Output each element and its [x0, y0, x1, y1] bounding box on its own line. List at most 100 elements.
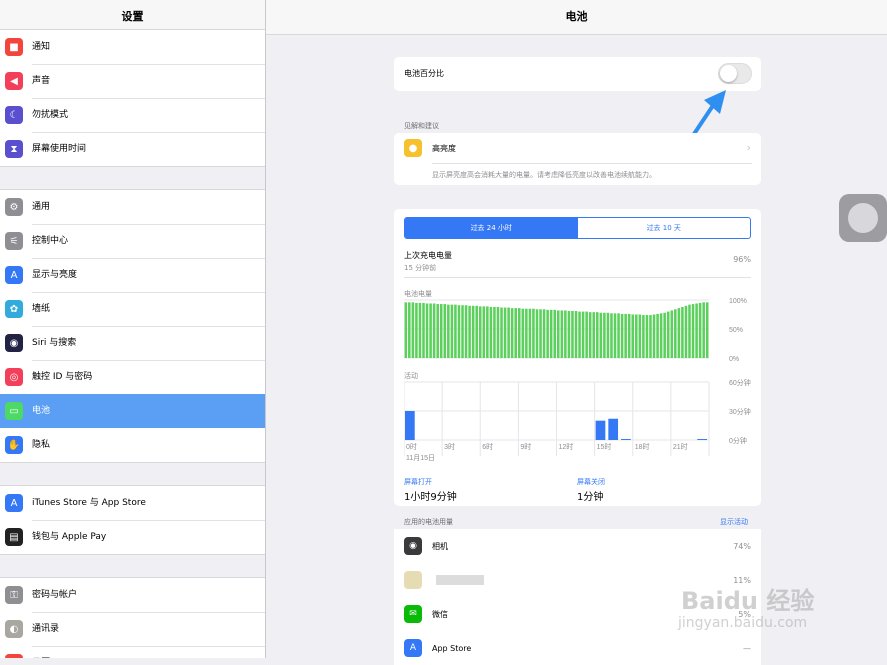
sidebar-item-label: Siri 与搜索 [32, 326, 265, 361]
battery-bar [454, 304, 457, 358]
battery-page: 电池 电池百分比 见解和建议 ● 高亮度 › 显示屏亮度高会消耗大量的电量。请考… [266, 0, 887, 665]
sidebar-item[interactable]: ◀ 声音 [0, 64, 265, 99]
segment-24h[interactable]: 过去 24 小时 [405, 218, 578, 238]
battery-bar [663, 312, 666, 358]
segment-10d[interactable]: 过去 10 天 [578, 218, 751, 238]
sidebar-item[interactable]: ⚿ 密码与帐户 [0, 578, 265, 613]
activity-bar [621, 439, 631, 440]
battery-bar [489, 306, 493, 358]
sidebar-item-label: 控制中心 [32, 224, 265, 259]
calendar-icon: ▦ [5, 654, 23, 658]
date-label: 11月15日 [406, 454, 435, 462]
battery-bar [432, 303, 436, 358]
x-tick: 12时 [559, 442, 574, 451]
sidebar-item-label: 隐私 [32, 440, 51, 450]
sidebar-item[interactable]: ◐ 通讯录 [0, 612, 265, 647]
battery-bar [493, 306, 496, 358]
battery-bar [496, 306, 500, 358]
sidebar-item[interactable]: ✋ 隐私 [0, 428, 265, 462]
battery-bar [578, 311, 581, 358]
sidebar-item[interactable]: ✿ 墙纸 [0, 292, 265, 327]
page-title: 电池 [266, 0, 887, 35]
x-tick: 9时 [520, 442, 531, 451]
sidebar-item[interactable]: A 显示与亮度 [0, 258, 265, 293]
x-tick: 15时 [597, 442, 612, 451]
battery-bar [539, 309, 542, 358]
sidebar-group: ⚿ 密码与帐户 ◐ 通讯录 ▦ 日历 [0, 577, 265, 658]
battery-bar [564, 310, 567, 358]
battery-bar [546, 309, 549, 358]
battery-bar [638, 314, 642, 358]
sidebar-item[interactable]: ⚙ 通用 [0, 190, 265, 225]
app-usage-row[interactable]: ◉ 相机 74% [394, 529, 761, 563]
battery-bar [447, 304, 450, 358]
battery-bar [557, 310, 560, 358]
sidebar-item[interactable]: ▤ 钱包与 Apple Pay [0, 520, 265, 554]
sidebar-groups: ■ 通知 ◀ 声音 ☾ 勿扰模式 ⧗ 屏幕使用时间 ⚙ 通用 ⚟ 控制中心 A 显示与亮度 ✿ 墙纸 ◉ Siri… [0, 29, 265, 658]
battery-bar [695, 303, 698, 358]
sidebar-item[interactable]: ◉ Siri 与搜索 [0, 326, 265, 361]
x-tick: 0时 [406, 442, 417, 451]
sidebar-item-label: 通用 [32, 190, 265, 225]
sidebar-item[interactable]: ☾ 勿扰模式 [0, 98, 265, 133]
battery-bar [521, 308, 525, 358]
wallet-icon: ▤ [5, 528, 23, 546]
battery-bar [574, 311, 578, 358]
battery-bar [652, 314, 656, 358]
app-usage-percent: — [743, 643, 751, 653]
battery-bar [464, 305, 468, 358]
sidebar-item[interactable]: ⚟ 控制中心 [0, 224, 265, 259]
battery-bar [408, 302, 411, 358]
battery-bar [610, 313, 613, 358]
battery-percentage-toggle[interactable] [718, 63, 752, 84]
sidebar-item[interactable]: ⧗ 屏幕使用时间 [0, 132, 265, 166]
battery-bar [528, 308, 532, 358]
sidebar-item-label: 显示与亮度 [32, 258, 265, 293]
assistive-touch-button[interactable] [839, 194, 887, 242]
sidebar-item[interactable]: ■ 通知 [0, 30, 265, 65]
battery-bar [450, 304, 454, 358]
time-range-segmented-control: 过去 24 小时 过去 10 天 [404, 217, 751, 239]
notifications-icon: ■ [5, 38, 23, 56]
battery-bar [422, 302, 425, 358]
battery-bar [507, 307, 510, 358]
sidebar-item[interactable]: ◎ 触控 ID 与密码 [0, 360, 265, 395]
battery-bar [525, 308, 528, 358]
last-charge-value: 96% [733, 255, 751, 264]
sidebar-item[interactable]: ▭ 电池 [0, 394, 265, 428]
high-brightness-desc: 显示屏亮度高会消耗大量的电量。请考虑降低亮度以改善电池续航能力。 [432, 171, 656, 179]
battery-bar [649, 315, 652, 358]
battery-bar [517, 308, 521, 358]
insights-header: 见解和建议 [404, 122, 439, 130]
chevron-right-icon: › [746, 141, 751, 154]
sidebar-item-label: 密码与帐户 [32, 578, 265, 613]
battery-y-tick: 50% [729, 327, 743, 334]
app-store-icon: A [404, 639, 422, 657]
screen-on-value: 1小时9分钟 [404, 492, 457, 503]
battery-bar [404, 302, 408, 358]
battery-bar [624, 313, 627, 358]
sidebar-group: ■ 通知 ◀ 声音 ☾ 勿扰模式 ⧗ 屏幕使用时间 [0, 29, 265, 167]
battery-bar [684, 305, 688, 358]
show-activity-link[interactable]: 显示活动 [720, 517, 748, 527]
battery-bar [659, 313, 663, 358]
high-brightness-card[interactable]: ● 高亮度 › 显示屏亮度高会消耗大量的电量。请考虑降低亮度以改善电池续航能力。 [394, 133, 761, 185]
assistive-touch-icon [848, 203, 878, 233]
battery-bar [486, 306, 489, 358]
group-gap [0, 463, 265, 485]
sidebar-item[interactable]: ▦ 日历 [0, 646, 265, 658]
sidebar-item-label: 墙纸 [32, 292, 265, 327]
battery-bar [596, 312, 599, 358]
battery-bar [642, 315, 645, 358]
battery-bar [592, 312, 596, 358]
gear-icon: ⚙ [5, 198, 23, 216]
battery-y-tick: 100% [729, 298, 747, 305]
blurred-app-icon [404, 571, 422, 589]
battery-bar [510, 308, 514, 358]
app-usage-row[interactable]: A App Store — [394, 631, 761, 665]
battery-bar [606, 312, 610, 358]
battery-bar [588, 312, 592, 358]
battery-bar [567, 311, 571, 358]
wallpaper-icon: ✿ [5, 300, 23, 318]
sidebar-item[interactable]: AiTunes Store 与 App Store [0, 486, 265, 521]
